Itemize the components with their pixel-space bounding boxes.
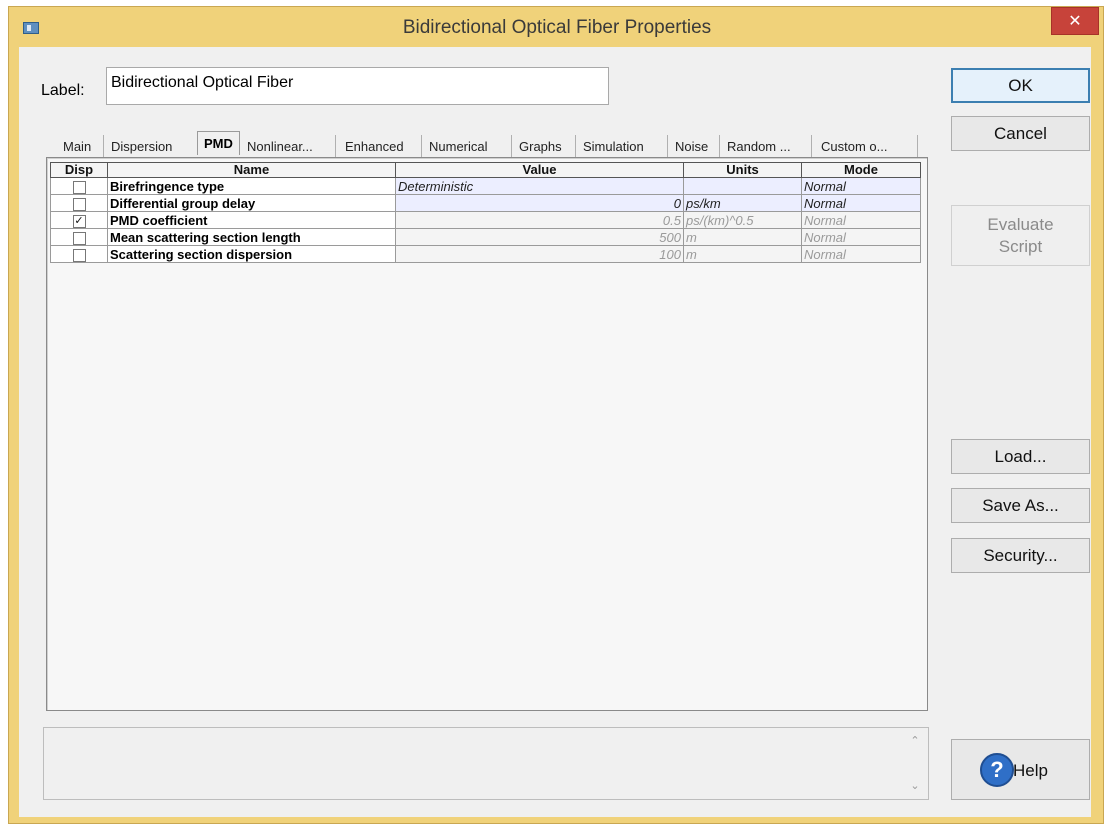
display-checkbox[interactable] (72, 248, 86, 262)
parameter-value[interactable]: 100 (395, 245, 684, 263)
column-header-value[interactable]: Value (395, 162, 684, 178)
parameter-name: PMD coefficient (107, 211, 396, 229)
tab-divider (575, 135, 576, 157)
tab-noise[interactable]: Noise (671, 137, 712, 157)
parameters-grid: Disp Name Value Units Mode Birefringence… (46, 157, 928, 711)
cancel-button[interactable]: Cancel (951, 116, 1090, 151)
parameter-mode[interactable]: Normal (801, 245, 921, 263)
tab-bar: Main Dispersion PMD Nonlinear... Enhance… (59, 131, 921, 159)
window-title: Bidirectional Optical Fiber Properties (402, 17, 712, 38)
column-header-disp[interactable]: Disp (50, 162, 108, 178)
title-bar[interactable]: Bidirectional Optical Fiber Properties ✕ (9, 7, 1103, 47)
parameter-mode[interactable]: Normal (801, 177, 921, 195)
parameter-units[interactable]: m (683, 245, 802, 263)
display-checkbox[interactable] (72, 180, 86, 194)
tab-simulation[interactable]: Simulation (579, 137, 648, 157)
parameter-name: Mean scattering section length (107, 228, 396, 246)
label-input[interactable]: Bidirectional Optical Fiber (106, 67, 609, 105)
parameter-value[interactable]: 500 (395, 228, 684, 246)
tab-divider (511, 135, 512, 157)
table-row: Birefringence type Deterministic Normal (50, 177, 921, 195)
parameter-units[interactable] (683, 177, 802, 195)
table-row: Mean scattering section length 500 m Nor… (50, 228, 921, 246)
close-button[interactable]: ✕ (1051, 7, 1099, 35)
help-icon: ? (980, 753, 1014, 787)
display-checkbox[interactable] (72, 231, 86, 245)
tab-divider (719, 135, 720, 157)
tab-divider (421, 135, 422, 157)
tab-dispersion[interactable]: Dispersion (107, 137, 176, 157)
disp-cell (50, 177, 108, 195)
parameter-value[interactable]: Deterministic (395, 177, 684, 195)
column-header-mode[interactable]: Mode (801, 162, 921, 178)
display-checkbox[interactable]: ✓ (72, 214, 86, 228)
parameter-mode[interactable]: Normal (801, 211, 921, 229)
tab-divider (335, 135, 336, 157)
table-row: Differential group delay 0 ps/km Normal (50, 194, 921, 212)
parameters-table: Disp Name Value Units Mode Birefringence… (50, 162, 921, 263)
table-header-row: Disp Name Value Units Mode (50, 162, 921, 178)
parameter-mode[interactable]: Normal (801, 228, 921, 246)
parameter-units[interactable]: ps/km (683, 194, 802, 212)
tab-enhanced[interactable]: Enhanced (341, 137, 408, 157)
disp-cell (50, 245, 108, 263)
help-button[interactable]: ? Help (951, 739, 1090, 800)
tab-pmd[interactable]: PMD (197, 131, 240, 155)
security-button[interactable]: Security... (951, 538, 1090, 573)
tab-custom[interactable]: Custom o... (817, 137, 891, 157)
save-as-button[interactable]: Save As... (951, 488, 1090, 523)
column-header-units[interactable]: Units (683, 162, 802, 178)
disp-cell (50, 194, 108, 212)
tab-divider (667, 135, 668, 157)
parameter-mode[interactable]: Normal (801, 194, 921, 212)
tab-divider (811, 135, 812, 157)
evaluate-script-button[interactable]: Evaluate Script (951, 205, 1090, 266)
evaluate-label-line1: Evaluate (987, 215, 1054, 234)
load-button[interactable]: Load... (951, 439, 1090, 474)
disp-cell (50, 228, 108, 246)
column-header-name[interactable]: Name (107, 162, 396, 178)
tab-divider (103, 135, 104, 157)
tab-graphs[interactable]: Graphs (515, 137, 566, 157)
parameter-units[interactable]: m (683, 228, 802, 246)
parameter-name: Differential group delay (107, 194, 396, 212)
tab-divider (917, 135, 918, 157)
tab-nonlinear[interactable]: Nonlinear... (243, 137, 317, 157)
dialog-body: Label: Bidirectional Optical Fiber Main … (19, 47, 1091, 817)
tab-numerical[interactable]: Numerical (425, 137, 492, 157)
properties-dialog: Bidirectional Optical Fiber Properties ✕… (8, 6, 1104, 824)
parameter-units[interactable]: ps/(km)^0.5 (683, 211, 802, 229)
table-row: ✓ PMD coefficient 0.5 ps/(km)^0.5 Normal (50, 211, 921, 229)
parameter-name: Scattering section dispersion (107, 245, 396, 263)
scroll-up-icon[interactable]: ⌃ (908, 734, 922, 748)
evaluate-label-line2: Script (998, 237, 1043, 256)
display-checkbox[interactable] (72, 197, 86, 211)
label-caption: Label: (41, 82, 85, 99)
help-label: Help (1013, 761, 1048, 780)
description-box: ⌃ ⌄ (43, 727, 929, 800)
table-row: Scattering section dispersion 100 m Norm… (50, 245, 921, 263)
ok-button[interactable]: OK (951, 68, 1090, 103)
tab-random[interactable]: Random ... (723, 137, 795, 157)
tab-main[interactable]: Main (59, 137, 95, 157)
parameter-name: Birefringence type (107, 177, 396, 195)
parameter-value[interactable]: 0.5 (395, 211, 684, 229)
scroll-down-icon[interactable]: ⌄ (908, 779, 922, 793)
disp-cell: ✓ (50, 211, 108, 229)
parameter-value[interactable]: 0 (395, 194, 684, 212)
